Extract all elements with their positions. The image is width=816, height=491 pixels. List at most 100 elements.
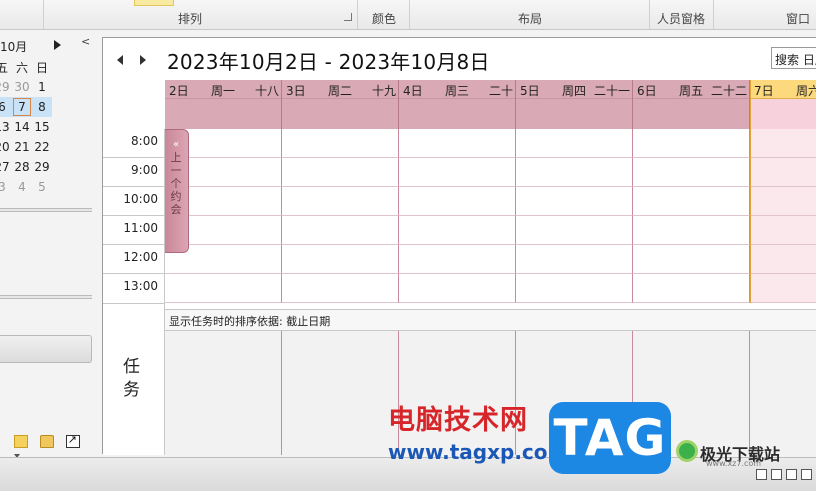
shortcuts-icon[interactable]	[65, 433, 80, 448]
time-slot[interactable]	[633, 245, 750, 274]
day-lunar: 二十一	[593, 84, 630, 98]
time-slot[interactable]	[516, 216, 633, 245]
notes-icon[interactable]	[14, 435, 28, 448]
mini-calendar-day[interactable]: 20	[0, 137, 12, 157]
list-view-icon[interactable]	[786, 469, 797, 480]
time-slot[interactable]	[399, 129, 516, 158]
calendar-search-input[interactable]: 搜索 日历	[771, 47, 816, 69]
tasks-label: 任务	[123, 357, 140, 400]
mini-calendar-day[interactable]: 30	[12, 77, 32, 97]
mini-calendar-day[interactable]: 1	[32, 77, 52, 97]
mini-calendar-day[interactable]: 14	[12, 117, 32, 137]
time-slot[interactable]	[633, 129, 750, 158]
ribbon-group-label-window: 窗口	[786, 12, 811, 26]
time-slot[interactable]	[750, 187, 816, 216]
dialog-launcher-icon[interactable]	[344, 13, 352, 21]
day-date: 6日	[637, 84, 657, 98]
watermark-tag-logo: TAG	[549, 402, 671, 474]
time-slot[interactable]	[750, 274, 816, 303]
previous-appointment-button[interactable]: « 上一个约会	[165, 129, 189, 253]
time-slot[interactable]	[516, 187, 633, 216]
folder-list-icon[interactable]	[39, 435, 54, 448]
ribbon-group-previous	[0, 0, 44, 29]
day-header[interactable]: 3日 周二 十九	[282, 80, 399, 129]
mini-calendar-day[interactable]: 5	[32, 177, 52, 197]
day-header[interactable]: 2日 周一 十八	[165, 80, 282, 129]
time-slot[interactable]	[282, 245, 399, 274]
day-header[interactable]: 5日 周四 二十一	[516, 80, 633, 129]
task-column[interactable]	[750, 331, 816, 455]
mini-calendar-day[interactable]: 29	[0, 77, 12, 97]
next-month-arrow-icon[interactable]	[54, 40, 61, 50]
time-slot[interactable]	[750, 216, 816, 245]
mini-calendar-day[interactable]: 21	[12, 137, 32, 157]
time-slot[interactable]	[750, 129, 816, 158]
time-gridline	[103, 273, 165, 274]
time-slot[interactable]	[399, 274, 516, 303]
xz-logo-icon	[676, 440, 698, 462]
today-column-border	[750, 80, 751, 303]
watermark-site-name: 电脑技术网	[388, 405, 528, 436]
time-slot[interactable]	[282, 129, 399, 158]
time-slot[interactable]	[633, 216, 750, 245]
day-header[interactable]: 6日 周五 二十二	[633, 80, 750, 129]
compact-view-icon[interactable]	[801, 469, 812, 480]
day-weekday: 周三	[445, 84, 470, 98]
time-slot[interactable]	[399, 216, 516, 245]
time-slot[interactable]	[633, 158, 750, 187]
time-slot[interactable]	[750, 245, 816, 274]
day-weekday: 周一	[211, 84, 236, 98]
time-slot[interactable]	[282, 187, 399, 216]
time-slot[interactable]	[516, 158, 633, 187]
calendar-view: 2023年10月2日 - 2023年10月8日 搜索 日历 2日 周一 十八 3…	[102, 37, 816, 455]
mini-calendar-today[interactable]: 7	[12, 97, 32, 117]
time-slot[interactable]	[399, 187, 516, 216]
time-slot[interactable]	[165, 274, 282, 303]
mini-calendar-day[interactable]: 27	[0, 157, 12, 177]
time-slot[interactable]	[399, 245, 516, 274]
mini-calendar-day[interactable]: 4	[12, 177, 32, 197]
collapse-pane-icon[interactable]: <	[81, 35, 90, 48]
mini-calendar-day[interactable]: 8	[32, 97, 52, 117]
time-slot[interactable]	[516, 245, 633, 274]
time-slot[interactable]	[282, 274, 399, 303]
mini-calendar-day[interactable]: 15	[32, 117, 52, 137]
day-weekday: 周六	[796, 84, 816, 98]
day-date: 2日	[169, 84, 189, 98]
mini-calendar-day[interactable]: 3	[0, 177, 12, 197]
mini-calendar-day[interactable]: 28	[12, 157, 32, 177]
pane-splitter[interactable]	[0, 208, 92, 212]
date-range-title: 2023年10月2日 - 2023年10月8日	[167, 50, 490, 74]
next-week-arrow-icon[interactable]	[140, 55, 146, 65]
day-header-today[interactable]: 7日 周六	[750, 80, 816, 129]
day-lunar: 十九	[371, 84, 396, 98]
watermark-site-url: www.tagxp.com	[388, 440, 569, 464]
time-slot[interactable]	[633, 187, 750, 216]
xz-logo-url: www.xz7.com	[706, 459, 762, 468]
time-slot[interactable]	[516, 274, 633, 303]
navigation-pane: 10月 < 五 六 日 29 30 1 6 7 8 13 14 15	[0, 30, 100, 458]
previous-week-arrow-icon[interactable]	[117, 55, 123, 65]
weekday-header: 日	[35, 60, 48, 75]
time-slot[interactable]	[750, 158, 816, 187]
reading-view-icon[interactable]	[771, 469, 782, 480]
time-slot[interactable]	[399, 158, 516, 187]
mini-calendar-day[interactable]: 13	[0, 117, 12, 137]
day-weekday: 周五	[679, 84, 704, 98]
time-slot[interactable]	[282, 158, 399, 187]
day-lunar: 二十	[488, 84, 513, 98]
mini-calendar-day[interactable]: 6	[0, 97, 12, 117]
task-column[interactable]	[165, 331, 282, 455]
time-slot[interactable]	[633, 274, 750, 303]
day-header[interactable]: 4日 周三 二十	[399, 80, 516, 129]
time-slot[interactable]	[282, 216, 399, 245]
pane-splitter[interactable]	[0, 295, 92, 299]
normal-view-icon[interactable]	[756, 469, 767, 480]
task-column[interactable]	[282, 331, 399, 455]
ribbon-group-people-pane: 人员窗格	[650, 0, 714, 29]
navigation-button[interactable]	[0, 335, 92, 363]
ribbon-group-label-people-pane: 人员窗格	[657, 12, 706, 26]
time-slot[interactable]	[516, 129, 633, 158]
mini-calendar-day[interactable]: 22	[32, 137, 52, 157]
mini-calendar-day[interactable]: 29	[32, 157, 52, 177]
